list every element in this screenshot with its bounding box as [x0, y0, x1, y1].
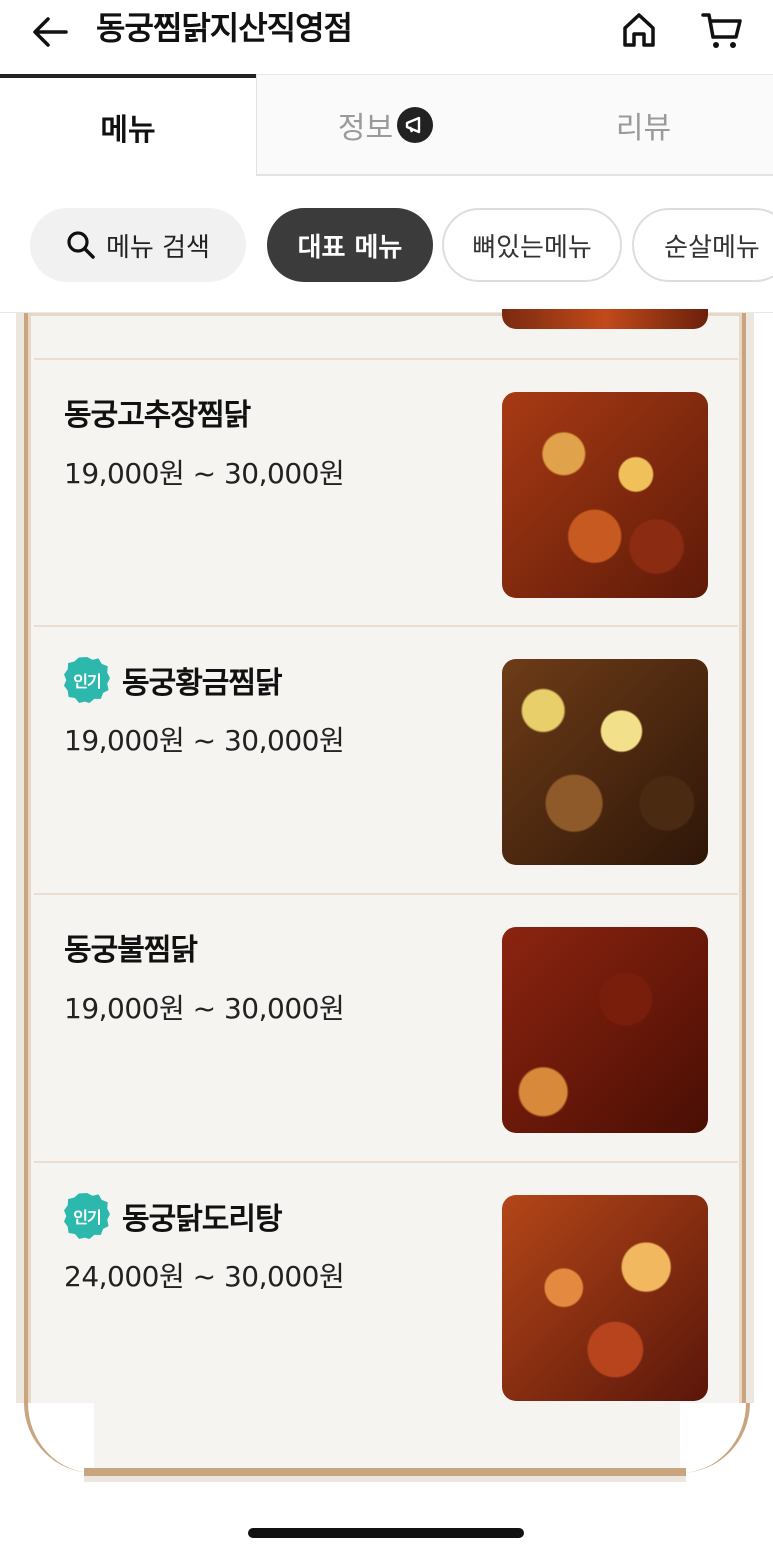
menu-item-name: 동궁고추장찜닭 [64, 390, 251, 434]
menu-item[interactable]: 동궁불찜닭 19,000원 ~ 30,000원 [34, 893, 738, 1159]
search-icon [67, 231, 95, 259]
chip-bone-in-menu[interactable]: 뼈있는메뉴 [442, 208, 622, 282]
cart-icon [701, 13, 742, 48]
menu-item-name-text: 동궁닭도리탕 [122, 1202, 283, 1237]
megaphone-icon [397, 106, 434, 143]
food-image [502, 659, 708, 865]
app-header: 동궁찜닭지산직영점 [0, 0, 773, 76]
food-image [502, 392, 708, 598]
category-chips: 메뉴 검색 대표 메뉴 뼈있는메뉴 순살메뉴 [0, 178, 773, 313]
board-corner-left [14, 1403, 94, 1483]
menu-search-label: 메뉴 검색 [106, 232, 210, 263]
board-bottom-edge [84, 1468, 686, 1476]
board-corner-right [680, 1403, 760, 1483]
food-image [502, 1195, 708, 1401]
menu-item[interactable]: 동궁고추장찜닭 19,000원 ~ 30,000원 [34, 358, 738, 624]
menu-item-name: 인기 동궁황금찜닭 [64, 657, 283, 703]
partial-menu-item[interactable] [34, 309, 738, 358]
popular-badge: 인기 [64, 657, 110, 703]
menu-item-price: 19,000원 ~ 30,000원 [64, 457, 345, 490]
home-icon [623, 13, 655, 47]
tab-review[interactable]: 리뷰 [514, 74, 773, 176]
chip-representative-menu[interactable]: 대표 메뉴 [267, 208, 433, 282]
arrow-left-icon [33, 17, 68, 47]
menu-item[interactable]: 인기 동궁황금찜닭 19,000원 ~ 30,000원 [34, 625, 738, 891]
menu-board-area: 동궁고추장찜닭 19,000원 ~ 30,000원 인기 동궁황금찜닭 19,0… [0, 309, 773, 1556]
home-indicator [248, 1528, 524, 1538]
food-image [502, 927, 708, 1133]
tab-bar: 메뉴 정보 리뷰 [0, 74, 773, 178]
menu-search-button[interactable]: 메뉴 검색 [30, 208, 246, 282]
home-button[interactable] [614, 6, 664, 54]
tab-menu-label: 메뉴 [100, 113, 156, 148]
tab-review-label: 리뷰 [615, 110, 672, 146]
popular-badge: 인기 [64, 1193, 110, 1239]
store-title: 동궁찜닭지산직영점 [96, 9, 353, 47]
menu-item-name: 인기 동궁닭도리탕 [64, 1193, 283, 1239]
tab-menu[interactable]: 메뉴 [0, 74, 256, 176]
menu-item-price: 19,000원 ~ 30,000원 [64, 992, 345, 1025]
back-button[interactable] [26, 8, 74, 56]
tab-info-label: 정보 [337, 110, 394, 146]
menu-item-name: 동궁불찜닭 [64, 925, 198, 969]
cart-button[interactable] [696, 6, 748, 54]
food-image [502, 309, 708, 329]
menu-item-name-text: 동궁불찜닭 [64, 933, 198, 968]
menu-item[interactable]: 인기 동궁닭도리탕 24,000원 ~ 30,000원 [34, 1161, 738, 1427]
menu-item-name-text: 동궁황금찜닭 [122, 666, 283, 701]
menu-item-price: 19,000원 ~ 30,000원 [64, 724, 345, 757]
board-bottom-shadow [84, 1476, 686, 1482]
menu-item-price: 24,000원 ~ 30,000원 [64, 1260, 345, 1293]
menu-item-name-text: 동궁고추장찜닭 [64, 398, 251, 433]
tab-info[interactable]: 정보 [256, 74, 514, 176]
chip-boneless-menu[interactable]: 순살메뉴 [632, 208, 773, 282]
